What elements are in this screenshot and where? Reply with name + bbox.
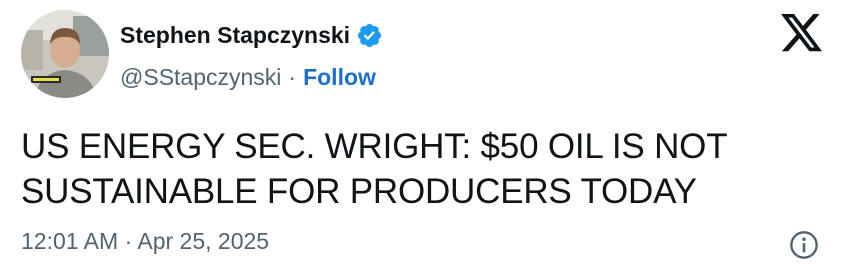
tweet-date: Apr 25, 2025 <box>137 228 270 254</box>
avatar-photo <box>21 10 109 98</box>
timestamp-separator: · <box>124 228 133 254</box>
info-icon[interactable] <box>788 229 820 261</box>
tweet-text: US ENERGY SEC. WRIGHT: $50 OIL IS NOT SU… <box>21 124 811 214</box>
x-logo-icon[interactable] <box>780 14 824 54</box>
tweet-text-line-1: US ENERGY SEC. WRIGHT: $50 OIL IS NOT <box>21 127 728 166</box>
author-handle[interactable]: @SStapczynski <box>120 64 281 91</box>
author-display-name[interactable]: Stephen Stapczynski <box>120 22 350 49</box>
verified-badge-icon <box>356 22 383 49</box>
tweet-time: 12:01 AM <box>21 228 119 254</box>
handle-separator: · <box>288 63 297 90</box>
author-name-row: Stephen Stapczynski <box>120 18 383 52</box>
follow-button[interactable]: Follow <box>303 64 376 91</box>
tweet-text-line-2: SUSTAINABLE FOR PRODUCERS TODAY <box>21 172 697 211</box>
author-handle-row: @SStapczynski · Follow <box>120 60 376 94</box>
tweet-timestamp[interactable]: 12:01 AM · Apr 25, 2025 <box>21 228 269 255</box>
tweet-card: Stephen Stapczynski @SStapczynski · Foll… <box>0 0 842 272</box>
avatar[interactable] <box>21 10 109 98</box>
